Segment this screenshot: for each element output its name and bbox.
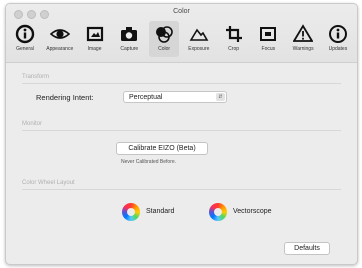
tab-image-label: Image [87,46,102,52]
tab-focus-label: Focus [261,46,276,52]
focus-icon [260,27,277,41]
tab-focus[interactable]: Focus [253,21,283,57]
defaults-button[interactable]: Defaults [284,242,330,255]
color-wheel-divider [22,189,341,190]
preferences-toolbar: General Appearance Image Capture Color E… [10,21,353,57]
standard-color-wheel-option[interactable] [122,203,140,221]
calibrate-eizo-button[interactable]: Calibrate EIZO (Beta) [116,142,208,155]
tab-color-label: Color [158,46,171,52]
rendering-intent-value: Perceptual [129,94,163,101]
tab-appearance-label: Appearance [46,46,74,52]
monitor-divider [22,130,341,131]
tab-appearance[interactable]: Appearance [45,21,75,57]
standard-option-label: Standard [146,208,175,215]
rendering-intent-label: Rendering Intent: [36,93,94,102]
monitor-section-title: Monitor [22,121,43,127]
transform-divider [22,83,341,84]
tab-color[interactable]: Color [149,21,180,57]
tab-updates[interactable]: Updates [323,21,353,57]
tab-general[interactable]: General [10,21,40,57]
tab-updates-label: Updates [328,46,348,52]
color-icon [156,26,173,43]
color-wheel-section-title: Color Wheel Layout [22,180,75,186]
tab-capture-label: Capture [120,46,139,52]
warning-icon [293,24,314,42]
tab-general-label: General [16,46,34,52]
tab-capture[interactable]: Capture [114,21,144,57]
crop-icon [225,26,242,42]
tab-warnings-label: Warnings [292,46,314,52]
transform-section-title: Transform [22,74,50,80]
tab-crop-label: Crop [228,46,240,52]
preferences-window: Color General Appearance Image Capture C… [5,3,358,265]
camera-icon [121,27,138,41]
tab-crop[interactable]: Crop [219,21,249,57]
info-icon [15,24,35,44]
exposure-icon [189,28,209,41]
updates-icon [328,25,347,43]
image-icon [86,26,103,42]
rendering-intent-select[interactable]: Perceptual ⇵ [123,91,227,103]
tab-image[interactable]: Image [80,21,110,57]
window-title: Color [173,8,190,15]
tab-exposure-label: Exposure [188,46,210,52]
vectorscope-option-label: Vectorscope [233,208,272,215]
vectorscope-color-wheel-option[interactable] [209,203,227,221]
chevron-updown-icon: ⇵ [216,93,225,101]
calibration-status: Never Calibrated Before. [121,159,177,165]
title-bar: Color General Appearance Image Capture C… [6,4,357,63]
eye-icon [49,29,70,39]
tab-exposure[interactable]: Exposure [184,21,214,57]
tab-warnings[interactable]: Warnings [288,21,318,57]
